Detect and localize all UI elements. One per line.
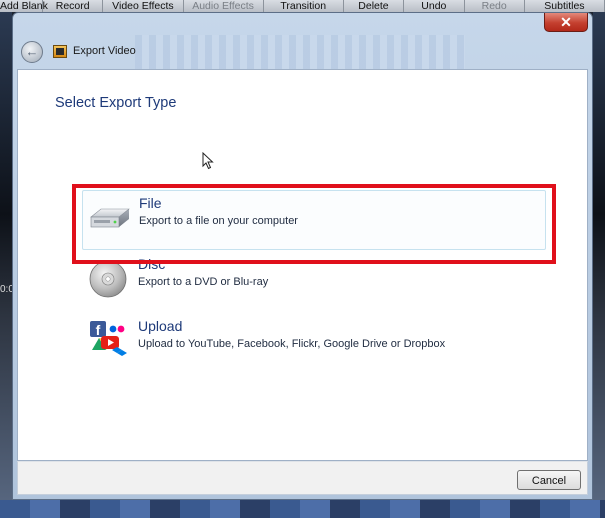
close-button[interactable]: ✕ <box>544 13 588 32</box>
toolbar-add-blank[interactable]: Add Blank <box>0 0 48 12</box>
toolbar-delete[interactable]: Delete <box>344 0 405 12</box>
disc-icon <box>89 260 127 298</box>
option-label: Upload <box>138 318 183 334</box>
toolbar-redo[interactable]: Redo <box>465 0 525 12</box>
background-timeline-strip <box>0 500 605 518</box>
film-app-icon <box>53 45 67 58</box>
selection-highlight-box <box>72 184 556 264</box>
cancel-button[interactable]: Cancel <box>517 470 581 490</box>
window-header: ← Export Video <box>13 35 592 71</box>
background-app-toolbar: Add Blank Record Video Effects Audio Eff… <box>0 0 605 12</box>
toolbar-subtitles[interactable]: Subtitles <box>525 0 605 12</box>
export-option-upload[interactable]: f Upload Upload to YouTube, Facebook, Fl… <box>82 314 544 372</box>
page-title: Select Export Type <box>55 95 177 111</box>
toolbar-record[interactable]: Record <box>43 0 104 12</box>
toolbar-undo[interactable]: Undo <box>404 0 465 12</box>
background-app-left-strip: 0:0 <box>0 12 14 518</box>
upload-services-icon: f <box>90 321 127 356</box>
window-title: Export Video <box>73 45 136 57</box>
option-description: Export to a DVD or Blu-ray <box>138 276 269 288</box>
export-video-window: ✕ ← Export Video Select Export Type File… <box>12 12 593 500</box>
toolbar-transition[interactable]: Transition <box>264 0 344 12</box>
dialog-content: Select Export Type File Export to a file… <box>17 69 588 461</box>
toolbar-audio-effects[interactable]: Audio Effects <box>184 0 264 12</box>
dialog-footer: Cancel <box>17 461 588 495</box>
svg-text:f: f <box>96 322 101 338</box>
toolbar-video-effects[interactable]: Video Effects <box>103 0 184 12</box>
back-button[interactable]: ← <box>21 41 43 63</box>
blurred-title-area <box>135 35 465 71</box>
back-arrow-icon: ← <box>25 44 39 59</box>
mouse-cursor-icon <box>202 152 214 170</box>
background-app-right-strip <box>593 12 605 518</box>
option-description: Upload to YouTube, Facebook, Flickr, Goo… <box>138 338 446 350</box>
